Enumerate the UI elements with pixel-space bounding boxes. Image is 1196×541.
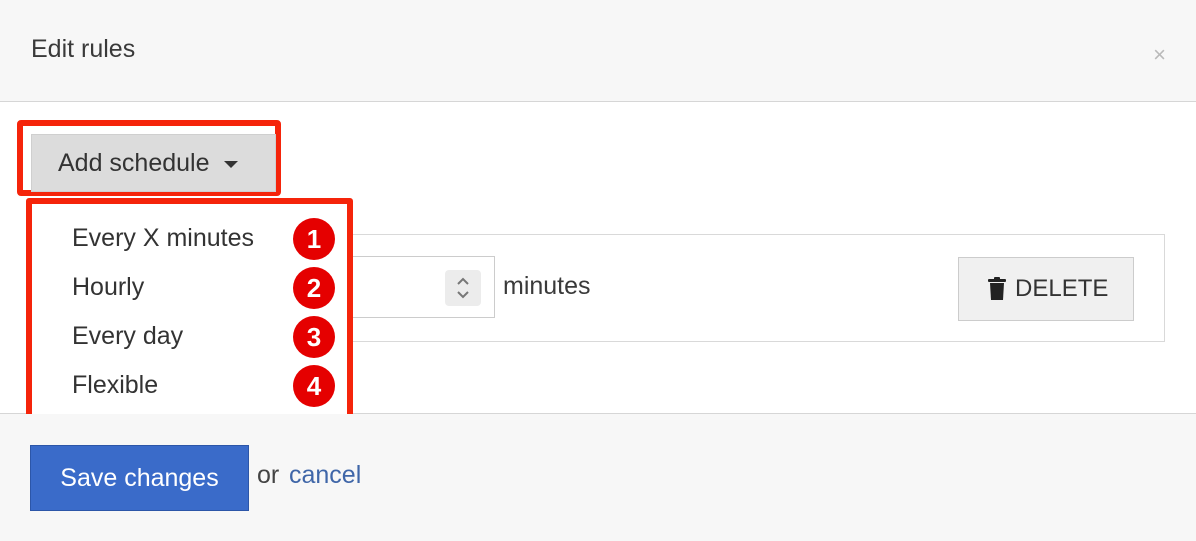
add-schedule-label: Add schedule [58, 148, 210, 177]
edit-rules-dialog: Edit rules × minutes DELETE Add schedule… [0, 0, 1196, 541]
caret-down-icon [223, 161, 238, 168]
spinner-arrows-icon[interactable] [445, 270, 481, 306]
delete-label: DELETE [1015, 275, 1109, 302]
minutes-unit-label: minutes [503, 272, 591, 300]
add-schedule-button[interactable]: Add schedule [31, 134, 276, 192]
or-text: or [257, 461, 280, 489]
menu-item-flexible[interactable]: Flexible [72, 369, 158, 401]
cancel-link[interactable]: cancel [289, 459, 361, 491]
dialog-title: Edit rules [31, 35, 136, 63]
trash-icon [988, 277, 1006, 300]
step-badge-1: 1 [293, 218, 335, 260]
menu-item-every-x-minutes[interactable]: Every X minutes [72, 222, 254, 254]
close-icon[interactable]: × [1153, 44, 1166, 66]
menu-item-hourly[interactable]: Hourly [72, 271, 144, 303]
step-badge-4: 4 [293, 365, 335, 407]
dialog-header: Edit rules × [0, 0, 1196, 102]
menu-item-every-day[interactable]: Every day [72, 320, 183, 352]
step-badge-3: 3 [293, 316, 335, 358]
delete-button[interactable]: DELETE [958, 257, 1134, 321]
save-changes-button[interactable]: Save changes [30, 445, 249, 511]
step-badge-2: 2 [293, 267, 335, 309]
